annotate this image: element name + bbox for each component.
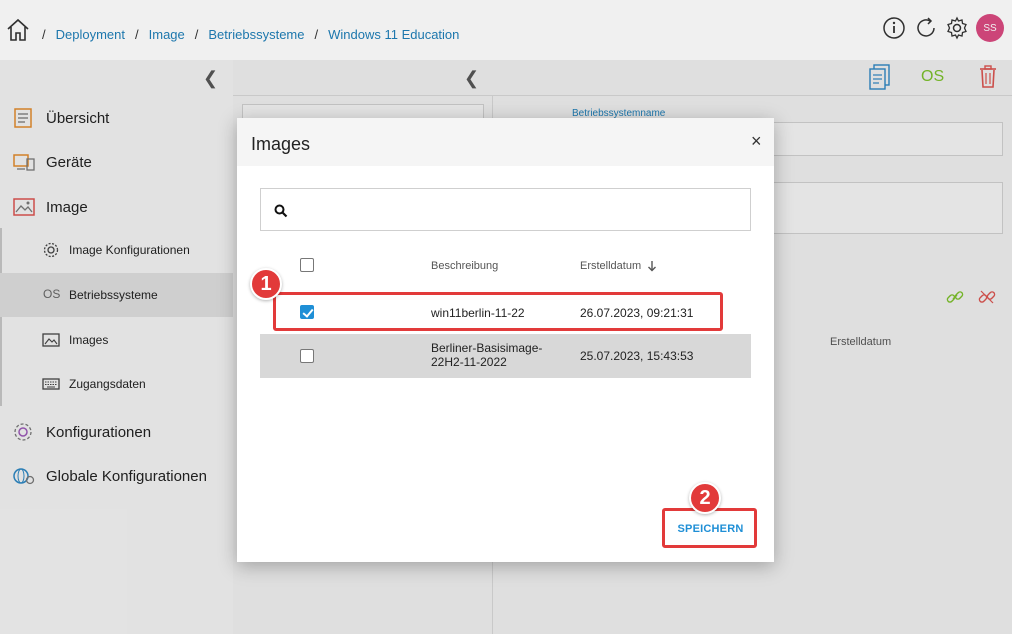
search-input[interactable] bbox=[297, 197, 737, 223]
dialog-header: Images × bbox=[237, 118, 774, 166]
step-marker-1: 1 bbox=[250, 268, 282, 300]
column-header-erstelldatum[interactable]: Erstelldatum bbox=[580, 260, 641, 272]
close-icon[interactable]: × bbox=[751, 131, 762, 152]
highlight-box-selected-row bbox=[273, 292, 723, 331]
table-row[interactable]: Berliner-Basisimage- 22H2-11-2022 25.07.… bbox=[260, 334, 751, 378]
row-created-date: 25.07.2023, 15:43:53 bbox=[580, 349, 694, 363]
column-header-beschreibung[interactable]: Beschreibung bbox=[431, 260, 498, 272]
search-field[interactable] bbox=[260, 188, 751, 231]
select-all-checkbox[interactable] bbox=[300, 258, 314, 272]
row-description-line2: 22H2-11-2022 bbox=[431, 355, 507, 369]
search-icon bbox=[274, 204, 288, 218]
sort-down-icon[interactable] bbox=[647, 260, 657, 272]
step-marker-2: 2 bbox=[689, 482, 721, 514]
dialog-title: Images bbox=[251, 134, 311, 154]
highlight-box-save bbox=[662, 508, 757, 548]
row-checkbox[interactable] bbox=[300, 349, 314, 363]
row-description-line1: Berliner-Basisimage- bbox=[431, 341, 543, 355]
